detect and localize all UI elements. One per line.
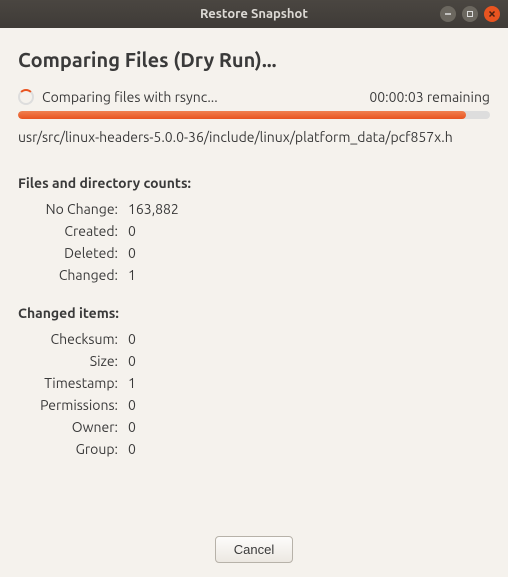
created-label: Created: xyxy=(18,223,118,239)
spacer xyxy=(18,479,490,526)
permissions-value: 0 xyxy=(128,397,490,413)
cancel-button[interactable]: Cancel xyxy=(215,536,293,563)
size-value: 0 xyxy=(128,353,490,369)
changed-items-heading: Changed items: xyxy=(18,305,490,321)
dialog-content: Comparing Files (Dry Run)... Comparing f… xyxy=(0,28,508,577)
timestamp-value: 1 xyxy=(128,375,490,391)
window-title: Restore Snapshot xyxy=(8,7,500,21)
window-controls xyxy=(440,6,500,22)
titlebar: Restore Snapshot xyxy=(0,0,508,28)
file-counts-grid: No Change: 163,882 Created: 0 Deleted: 0… xyxy=(18,201,490,283)
status-text: Comparing files with rsync... xyxy=(42,89,361,105)
file-counts-heading: Files and directory counts: xyxy=(18,175,490,191)
no-change-label: No Change: xyxy=(18,201,118,217)
checksum-label: Checksum: xyxy=(18,331,118,347)
checksum-value: 0 xyxy=(128,331,490,347)
changed-label: Changed: xyxy=(18,267,118,283)
no-change-value: 163,882 xyxy=(128,201,490,217)
button-row: Cancel xyxy=(18,526,490,563)
main-heading: Comparing Files (Dry Run)... xyxy=(18,48,490,71)
progress-bar xyxy=(18,111,490,119)
created-value: 0 xyxy=(128,223,490,239)
spinner-icon xyxy=(18,89,34,105)
deleted-value: 0 xyxy=(128,245,490,261)
status-row: Comparing files with rsync... 00:00:03 r… xyxy=(18,89,490,105)
permissions-label: Permissions: xyxy=(18,397,118,413)
changed-items-grid: Checksum: 0 Size: 0 Timestamp: 1 Permiss… xyxy=(18,331,490,457)
size-label: Size: xyxy=(18,353,118,369)
owner-value: 0 xyxy=(128,419,490,435)
group-label: Group: xyxy=(18,441,118,457)
minimize-button[interactable] xyxy=(440,6,456,22)
current-file-path: usr/src/linux-headers-5.0.0-36/include/l… xyxy=(18,129,490,145)
close-button[interactable] xyxy=(484,6,500,22)
changed-value: 1 xyxy=(128,267,490,283)
owner-label: Owner: xyxy=(18,419,118,435)
time-remaining: 00:00:03 remaining xyxy=(369,89,490,105)
maximize-button[interactable] xyxy=(462,6,478,22)
deleted-label: Deleted: xyxy=(18,245,118,261)
progress-fill xyxy=(18,111,466,119)
group-value: 0 xyxy=(128,441,490,457)
timestamp-label: Timestamp: xyxy=(18,375,118,391)
